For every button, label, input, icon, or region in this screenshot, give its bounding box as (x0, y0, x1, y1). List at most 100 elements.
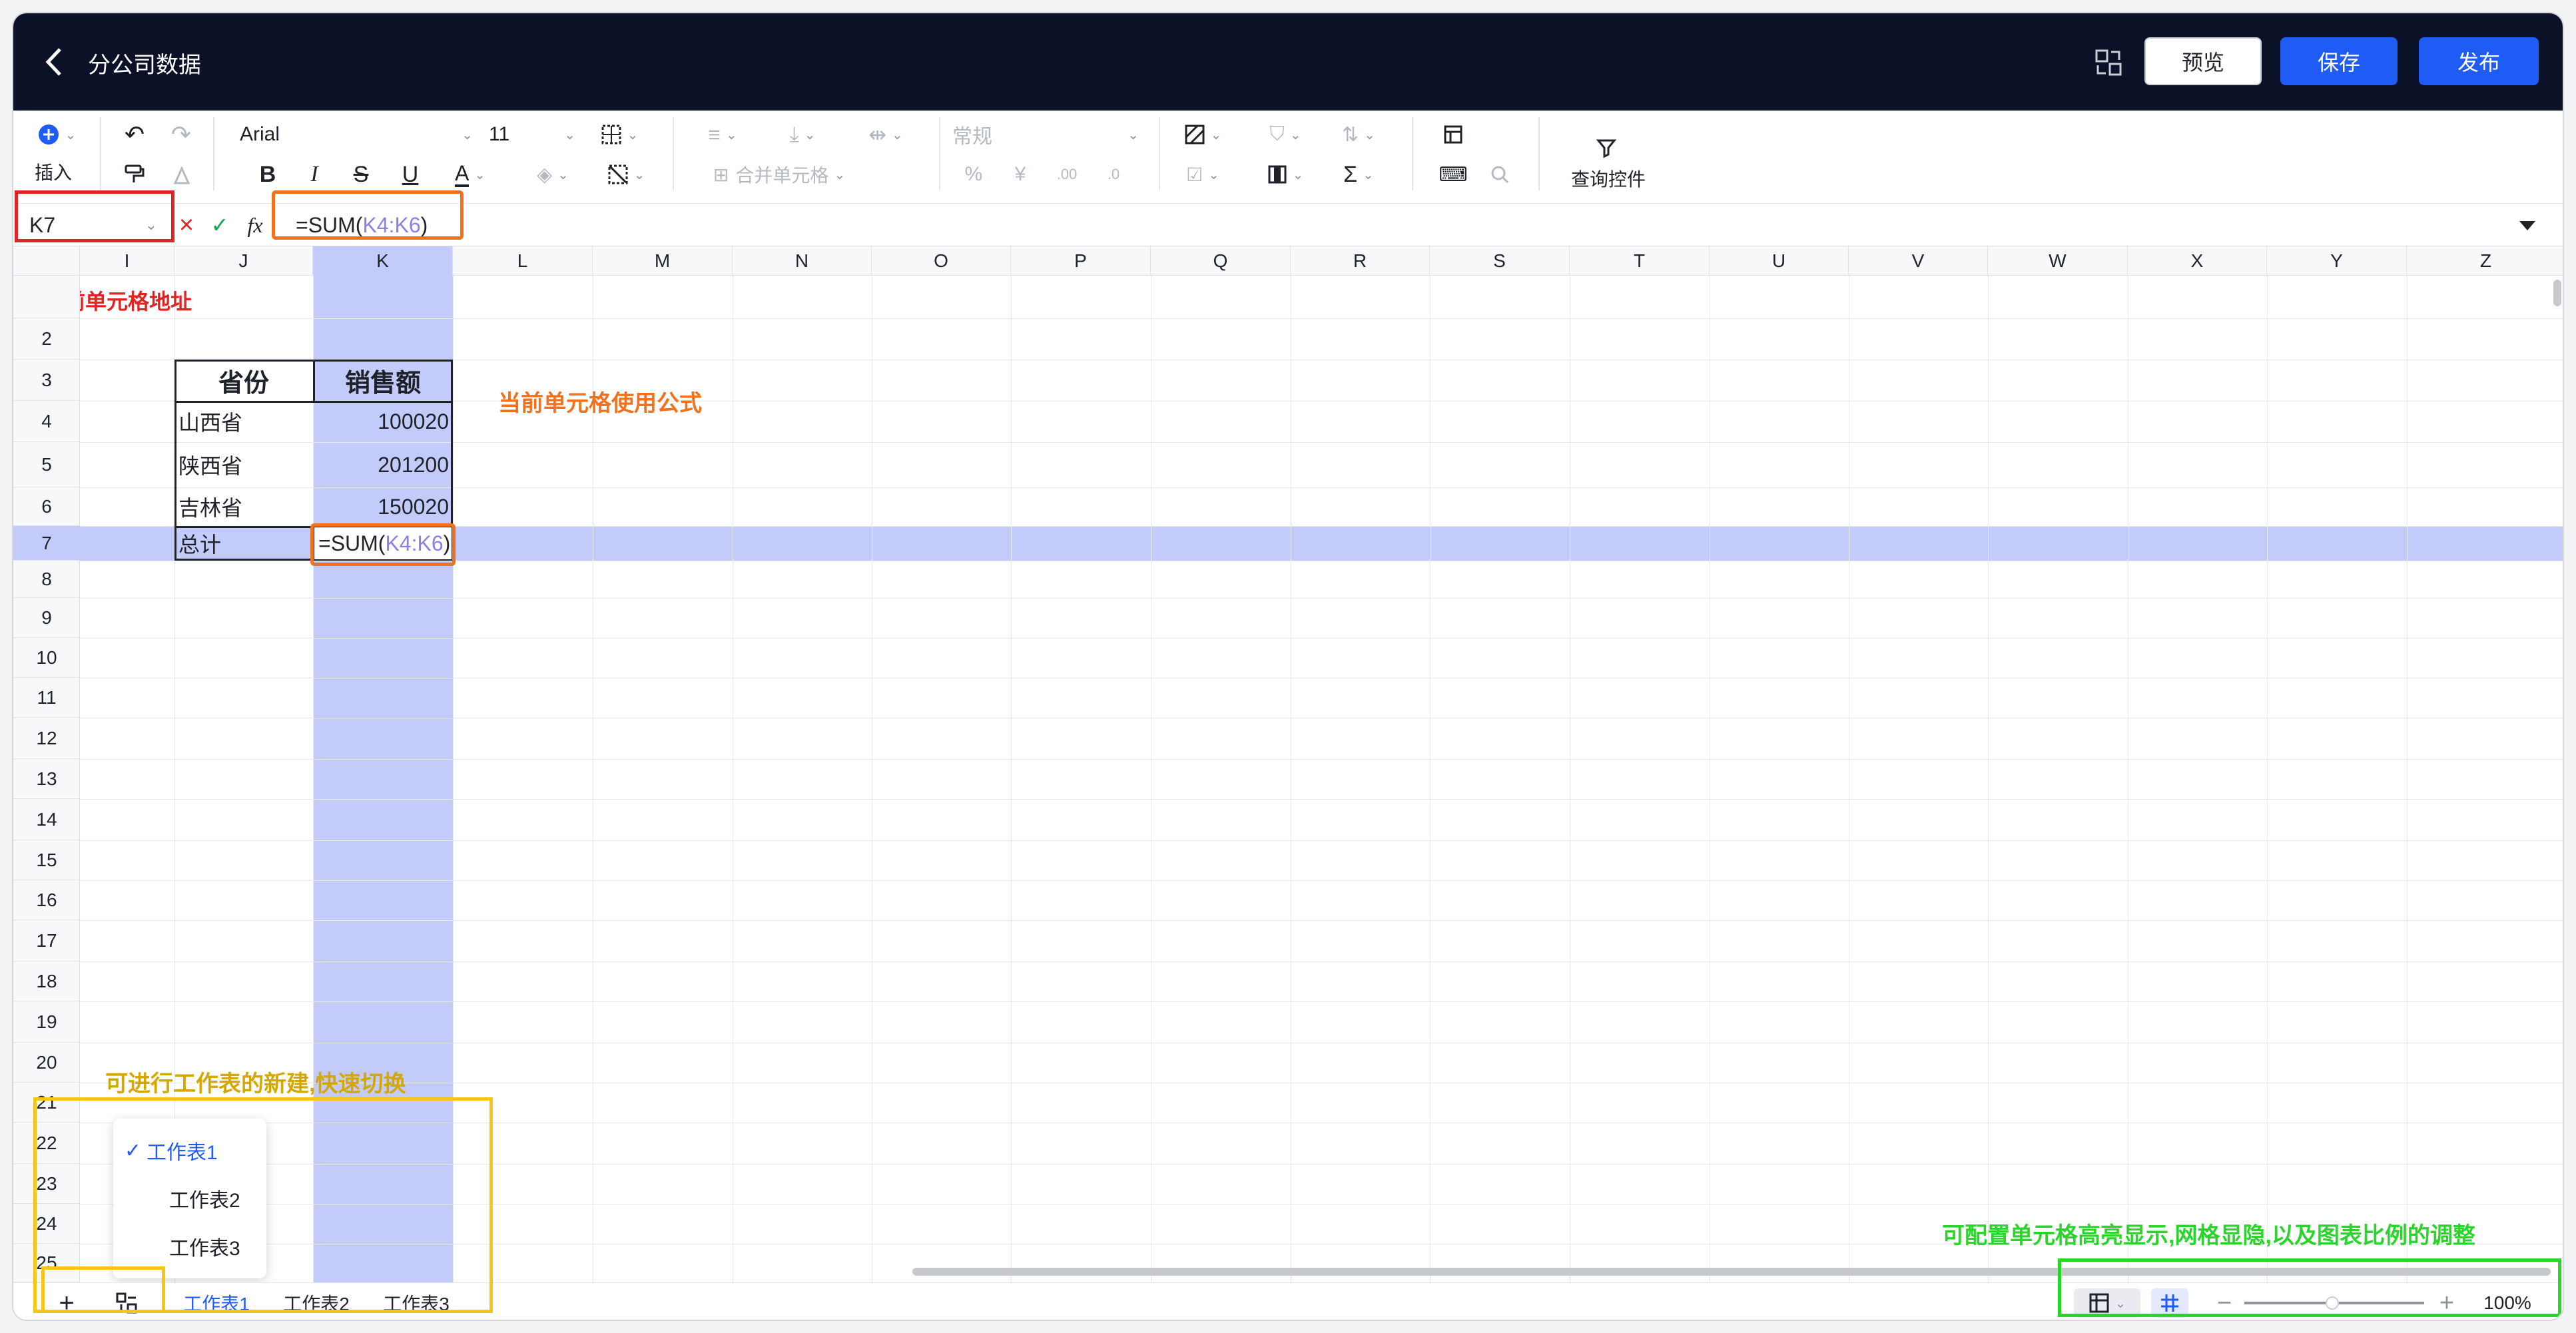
row-header-15[interactable]: 15 (13, 840, 80, 880)
row-header-7[interactable]: 7 (13, 526, 80, 561)
column-header-o[interactable]: O (872, 246, 1011, 276)
merge-cells-select[interactable]: ⊞ 合并单元格 ⌄ (693, 160, 866, 189)
underline-icon[interactable]: U (396, 160, 425, 189)
row-header-6[interactable]: 6 (13, 487, 80, 526)
number-format-select[interactable]: 常规 ⌄ (952, 120, 1139, 149)
column-header-t[interactable]: T (1570, 246, 1710, 276)
row-header-5[interactable]: 5 (13, 442, 80, 487)
expand-formula-icon[interactable] (2517, 216, 2537, 236)
insert-button[interactable]: ⌄ (33, 120, 80, 149)
format-painter-icon[interactable] (120, 160, 149, 189)
row-header-1[interactable] (13, 276, 80, 318)
table-cell-sales[interactable]: 201200 (313, 442, 449, 487)
sort-icon[interactable]: ⇅ ⌄ (1332, 120, 1385, 149)
bold-icon[interactable]: B (253, 160, 282, 189)
table-cell-province[interactable]: 吉林省 (178, 487, 312, 526)
back-icon[interactable] (41, 45, 68, 79)
publish-button[interactable]: 发布 (2419, 37, 2539, 85)
function-icon[interactable]: fx (240, 212, 270, 238)
formula-input[interactable]: =SUM(K4:K6) (296, 208, 2227, 242)
query-control-label[interactable]: 查询控件 (1558, 165, 1658, 192)
column-header-p[interactable]: P (1011, 246, 1151, 276)
filter-icon[interactable]: ⛉ ⌄ (1259, 120, 1312, 149)
keyboard-icon[interactable]: ⌨ (1439, 160, 1468, 189)
freeze-icon[interactable]: ⌄ (1259, 160, 1312, 189)
column-header-l[interactable]: L (453, 246, 593, 276)
merge-cells-label: 合并单元格 (735, 165, 829, 186)
row-header-18[interactable]: 18 (13, 961, 80, 1001)
layout-switch-icon[interactable] (2094, 48, 2123, 77)
column-header-r[interactable]: R (1291, 246, 1430, 276)
column-header-m[interactable]: M (593, 246, 733, 276)
table-cell-sales[interactable]: 150020 (313, 487, 449, 526)
annotation-box-cell-address (15, 190, 174, 242)
text-wrap-icon[interactable]: ⇹ ⌄ (852, 120, 919, 149)
italic-icon[interactable]: I (300, 160, 329, 189)
select-all-corner[interactable] (13, 246, 80, 276)
row-header-13[interactable]: 13 (13, 759, 80, 799)
row-header-10[interactable]: 10 (13, 638, 80, 678)
row-header-4[interactable]: 4 (13, 401, 80, 442)
row-header-2[interactable]: 2 (13, 318, 80, 360)
sum-icon[interactable]: Σ ⌄ (1332, 160, 1385, 189)
preview-button[interactable]: 预览 (2144, 37, 2262, 85)
table-cell-province[interactable]: 山西省 (178, 401, 312, 442)
undo-icon[interactable]: ↶ (120, 120, 149, 149)
horizontal-align-icon[interactable]: ≡ ⌄ (693, 120, 753, 149)
table-cell-sales[interactable]: 100020 (313, 401, 449, 442)
column-header-u[interactable]: U (1710, 246, 1849, 276)
column-header-k[interactable]: K (313, 246, 453, 276)
table-icon[interactable] (1439, 120, 1468, 149)
font-color-icon[interactable]: A ⌄ (444, 160, 497, 189)
column-header-i[interactable]: I (80, 246, 174, 276)
column-header-v[interactable]: V (1849, 246, 1988, 276)
row-header-16[interactable]: 16 (13, 880, 80, 920)
strikethrough-icon[interactable]: S (346, 160, 376, 189)
clear-format-icon[interactable] (166, 160, 196, 189)
table-header-sales[interactable]: 销售额 (313, 360, 453, 401)
column-header-n[interactable]: N (733, 246, 872, 276)
conditional-format-icon[interactable]: ⌄ (1176, 120, 1229, 149)
row-header-8[interactable]: 8 (13, 561, 80, 598)
column-header-y[interactable]: Y (2267, 246, 2407, 276)
confirm-icon[interactable]: ✓ (206, 212, 233, 238)
app-header: 分公司数据 预览 保存 发布 (13, 13, 2563, 111)
font-size-select[interactable]: 11 ⌄ (489, 120, 575, 149)
redo-icon[interactable]: ↷ (166, 120, 196, 149)
row-header-19[interactable]: 19 (13, 1001, 80, 1043)
row-header-17[interactable]: 17 (13, 920, 80, 961)
spreadsheet-app: 分公司数据 预览 保存 发布 ⌄ 插入 ↶ ↷ Arial ⌄ 11 ⌄ ⌄ B… (12, 12, 2564, 1321)
vertical-scrollbar[interactable] (2553, 280, 2561, 306)
table-total-label[interactable]: 总计 (178, 526, 312, 561)
table-header-province[interactable]: 省份 (174, 360, 313, 401)
annotation-box-sheet-buttons (41, 1266, 165, 1313)
row-header-12[interactable]: 12 (13, 718, 80, 759)
increase-decimal-icon[interactable]: .00 (1052, 160, 1082, 189)
column-header-q[interactable]: Q (1151, 246, 1291, 276)
row-header-11[interactable]: 11 (13, 678, 80, 718)
column-header-z[interactable]: Z (2407, 246, 2563, 276)
data-validation-icon[interactable]: ☑ ⌄ (1176, 160, 1229, 189)
column-header-w[interactable]: W (1988, 246, 2128, 276)
column-header-s[interactable]: S (1430, 246, 1570, 276)
currency-icon[interactable]: ¥ (1006, 160, 1035, 189)
vertical-align-icon[interactable]: ⤓ ⌄ (773, 120, 832, 149)
save-button[interactable]: 保存 (2280, 37, 2398, 85)
table-cell-province[interactable]: 陕西省 (178, 442, 312, 487)
percent-icon[interactable]: % (959, 160, 988, 189)
fill-color-icon[interactable]: ◈ ⌄ (526, 160, 579, 189)
column-header-j[interactable]: J (174, 246, 313, 276)
row-header-3[interactable]: 3 (13, 360, 80, 401)
column-header: I J K L M N O P Q R S T U V W X Y Z (13, 246, 2563, 276)
border-icon[interactable]: ⌄ (586, 120, 653, 149)
row-header-14[interactable]: 14 (13, 799, 80, 840)
font-family-select[interactable]: Arial ⌄ (240, 120, 473, 149)
cancel-icon[interactable]: × (173, 212, 200, 238)
row-header-9[interactable]: 9 (13, 598, 80, 638)
column-header-x[interactable]: X (2128, 246, 2267, 276)
decrease-decimal-icon[interactable]: .0 (1099, 160, 1128, 189)
row-header-20[interactable]: 20 (13, 1043, 80, 1083)
search-icon[interactable] (1485, 160, 1514, 189)
cell-style-icon[interactable]: ⌄ (599, 160, 653, 189)
query-control-icon[interactable] (1592, 134, 1621, 161)
